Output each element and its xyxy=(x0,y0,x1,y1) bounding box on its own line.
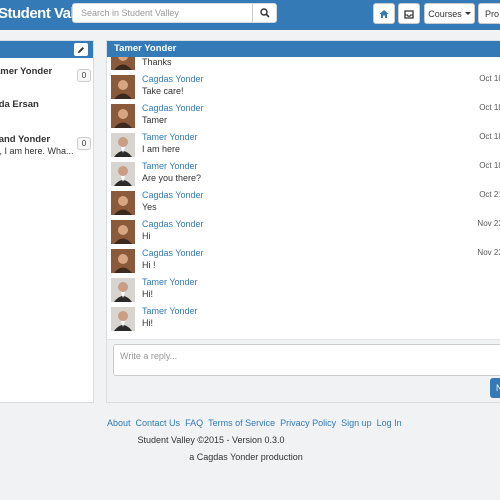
courses-label: Courses xyxy=(428,8,462,19)
message: Cagdas Yonder Take care! Oct 18, xyxy=(107,72,500,101)
profile-dropdown[interactable]: Pro xyxy=(478,3,500,24)
message: Cagdas Yonder Hi ! Nov 23, xyxy=(107,246,500,275)
conversation-item[interactable]: rda Ersan xyxy=(0,99,95,129)
message: Tamer Yonder Hi! 1 xyxy=(107,275,500,304)
conversation-name: amer Yonder xyxy=(0,66,53,77)
avatar xyxy=(111,278,135,302)
chat-panel: Tamer Yonder Thanks Cagdas Yonder Take c… xyxy=(106,40,500,403)
footer-links: About Contact Us FAQ Terms of Service Pr… xyxy=(107,418,402,428)
search-input[interactable] xyxy=(73,4,253,22)
avatar xyxy=(111,191,135,215)
conversation-preview: s, I am here. Wha... xyxy=(0,146,74,156)
message-author[interactable]: Tamer Yonder xyxy=(142,306,198,316)
message: Cagdas Yonder Yes Oct 21, xyxy=(107,188,500,217)
message-time: Oct 18, xyxy=(479,161,500,170)
message: Thanks xyxy=(107,57,500,72)
pencil-icon xyxy=(78,46,84,53)
chat-title: Tamer Yonder xyxy=(107,41,500,57)
avatar xyxy=(111,57,135,70)
inbox-icon xyxy=(404,9,414,19)
message-time: Oct 18, xyxy=(479,132,500,141)
navbar: Student Valley Courses Pro xyxy=(0,0,500,30)
new-message-button[interactable] xyxy=(74,43,88,56)
footer-copyright: Student Valley ©2015 - Version 0.3.0 xyxy=(137,435,285,445)
avatar xyxy=(111,220,135,244)
message-author[interactable]: Cagdas Yonder xyxy=(142,248,204,258)
search-icon xyxy=(259,8,270,18)
message-text: Hi xyxy=(142,231,151,241)
message-text: Yes xyxy=(142,202,157,212)
unread-count-badge: 0 xyxy=(77,137,91,150)
message: Tamer Yonder Hi! 1 xyxy=(107,304,500,333)
message-text: Thanks xyxy=(142,57,172,67)
courses-dropdown[interactable]: Courses xyxy=(424,3,475,24)
reply-area: N xyxy=(107,339,500,402)
chevron-down-icon xyxy=(464,12,471,15)
conversations-panel: amer Yonder ! 0 rda Ersan rand Yonder s,… xyxy=(0,40,94,403)
unread-count-badge: 0 xyxy=(77,69,91,82)
conversations-header xyxy=(0,41,93,58)
footer-link-faq[interactable]: FAQ xyxy=(185,418,203,428)
footer-link-login[interactable]: Log In xyxy=(377,418,402,428)
avatar xyxy=(111,162,135,186)
conversation-item[interactable]: rand Yonder s, I am here. Wha... 0 xyxy=(0,134,95,164)
message: Cagdas Yonder Hi Nov 23, xyxy=(107,217,500,246)
profile-label: Pro xyxy=(485,8,500,19)
message-author[interactable]: Tamer Yonder xyxy=(142,161,198,171)
message-text: Take care! xyxy=(142,86,184,96)
message-author[interactable]: Cagdas Yonder xyxy=(142,103,204,113)
search-bar xyxy=(72,3,277,23)
home-icon xyxy=(379,9,389,18)
message-author[interactable]: Cagdas Yonder xyxy=(142,190,204,200)
message-text: I am here xyxy=(142,144,181,154)
message-text: Hi! xyxy=(142,289,153,299)
home-button[interactable] xyxy=(373,3,395,24)
message-text: Tamer xyxy=(142,115,168,125)
message: Tamer Yonder I am here Oct 18, xyxy=(107,130,500,159)
inbox-button[interactable] xyxy=(398,3,420,24)
footer-link-about[interactable]: About xyxy=(107,418,131,428)
message: Tamer Yonder Are you there? Oct 18, xyxy=(107,159,500,188)
reply-input[interactable] xyxy=(114,345,500,375)
message-list[interactable]: Thanks Cagdas Yonder Take care! Oct 18, … xyxy=(107,57,500,339)
message-text: Hi! xyxy=(142,318,153,328)
avatar xyxy=(111,249,135,273)
message-author[interactable]: Cagdas Yonder xyxy=(142,219,204,229)
message-time: Nov 23, xyxy=(477,248,500,257)
footer-link-privacy[interactable]: Privacy Policy xyxy=(280,418,336,428)
avatar xyxy=(111,307,135,331)
conversation-name: rand Yonder xyxy=(0,134,51,145)
avatar xyxy=(111,133,135,157)
footer-link-terms[interactable]: Terms of Service xyxy=(208,418,275,428)
avatar xyxy=(111,75,135,99)
conversation-name: rda Ersan xyxy=(0,99,39,110)
message-time: Oct 18, xyxy=(479,74,500,83)
message-text: Hi ! xyxy=(142,260,156,270)
send-button[interactable]: N xyxy=(490,378,500,398)
message-time: Oct 18, xyxy=(479,103,500,112)
footer-link-signup[interactable]: Sign up xyxy=(341,418,372,428)
message-author[interactable]: Cagdas Yonder xyxy=(142,74,204,84)
message-author[interactable]: Tamer Yonder xyxy=(142,132,198,142)
message-time: Nov 23, xyxy=(477,219,500,228)
footer-credit: a Cagdas Yonder production xyxy=(189,452,303,462)
message-time: Oct 21, xyxy=(479,190,500,199)
search-button[interactable] xyxy=(252,4,276,22)
message-text: Are you there? xyxy=(142,173,202,183)
message-author[interactable]: Tamer Yonder xyxy=(142,277,198,287)
avatar xyxy=(111,104,135,128)
reply-box xyxy=(113,344,500,376)
conversation-item[interactable]: amer Yonder ! 0 xyxy=(0,66,95,96)
footer-link-contact[interactable]: Contact Us xyxy=(136,418,181,428)
message: Cagdas Yonder Tamer Oct 18, xyxy=(107,101,500,130)
